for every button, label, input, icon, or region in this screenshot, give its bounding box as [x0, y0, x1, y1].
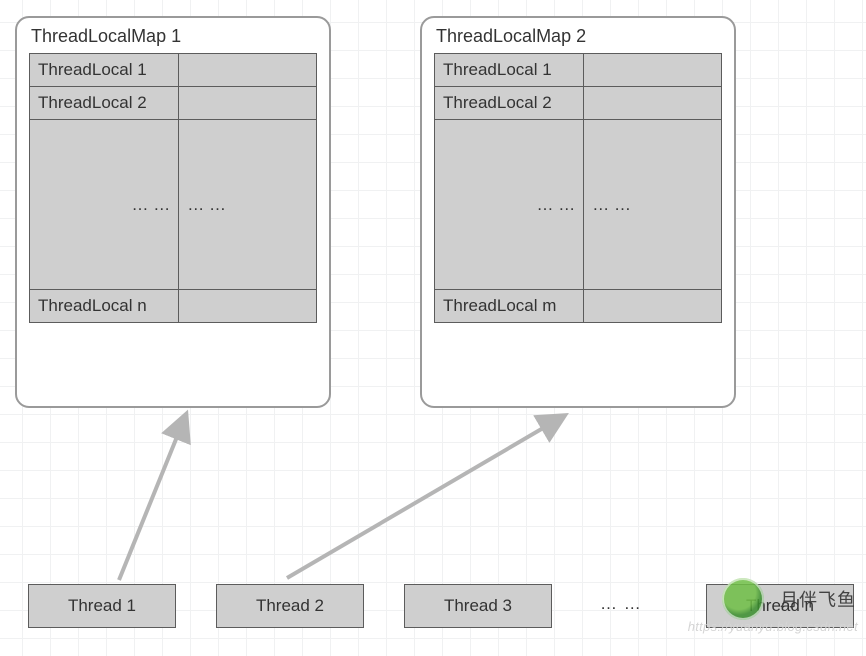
cell-val [179, 290, 317, 323]
table-row: ThreadLocal 2 [30, 87, 317, 120]
watermark-text: 月伴飞鱼 [780, 586, 856, 612]
table-row: ThreadLocal m [435, 290, 722, 323]
wechat-logo-icon [722, 578, 764, 620]
cell-key: … … [30, 120, 179, 290]
table-row-ellipsis: … … … … [30, 120, 317, 290]
thread-box-2: Thread 2 [216, 584, 364, 628]
cell-val [584, 87, 722, 120]
table-row: ThreadLocal n [30, 290, 317, 323]
map-title: ThreadLocalMap 1 [29, 24, 317, 53]
table-row-ellipsis: … … … … [435, 120, 722, 290]
cell-val: … … [179, 120, 317, 290]
table-row: ThreadLocal 2 [435, 87, 722, 120]
thread-box-3: Thread 3 [404, 584, 552, 628]
cell-key: ThreadLocal 1 [30, 54, 179, 87]
cell-key: ThreadLocal 1 [435, 54, 584, 87]
thread-label: Thread 2 [256, 596, 324, 616]
cell-val [179, 54, 317, 87]
cell-key: ThreadLocal n [30, 290, 179, 323]
map-table: ThreadLocal 1 ThreadLocal 2 … … … … Thre… [29, 53, 317, 323]
table-row: ThreadLocal 1 [435, 54, 722, 87]
map-title: ThreadLocalMap 2 [434, 24, 722, 53]
cell-val [584, 290, 722, 323]
thread-label: Thread 3 [444, 596, 512, 616]
threadlocalmap-2: ThreadLocalMap 2 ThreadLocal 1 ThreadLoc… [420, 16, 736, 408]
cell-key: … … [435, 120, 584, 290]
map-table: ThreadLocal 1 ThreadLocal 2 … … … … Thre… [434, 53, 722, 323]
cell-val: … … [584, 120, 722, 290]
cell-key: ThreadLocal 2 [435, 87, 584, 120]
cell-key: ThreadLocal 2 [30, 87, 179, 120]
threadlocalmap-1: ThreadLocalMap 1 ThreadLocal 1 ThreadLoc… [15, 16, 331, 408]
watermark-url: https://yuanyu.blog.csdn.net [688, 619, 858, 634]
thread-ellipsis: … … [600, 594, 642, 614]
thread-label: Thread 1 [68, 596, 136, 616]
thread-box-1: Thread 1 [28, 584, 176, 628]
cell-key: ThreadLocal m [435, 290, 584, 323]
cell-val [179, 87, 317, 120]
table-row: ThreadLocal 1 [30, 54, 317, 87]
cell-val [584, 54, 722, 87]
